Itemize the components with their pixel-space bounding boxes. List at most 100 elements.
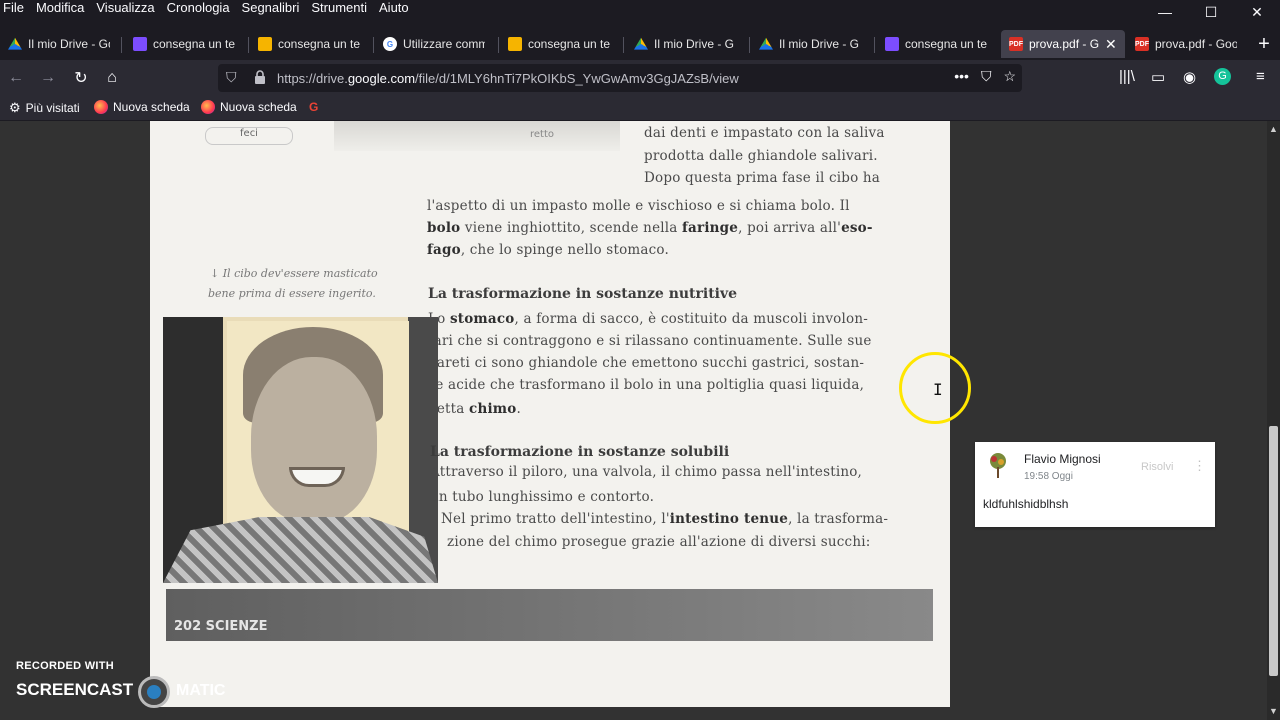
- pocket-icon[interactable]: ⛉: [981, 68, 992, 85]
- bookmark-nuova-scheda-2[interactable]: Nuova scheda: [201, 100, 297, 114]
- google-icon: G: [309, 100, 319, 114]
- maximize-button[interactable]: ☐: [1188, 0, 1234, 24]
- text-line: zione del chimo prosegue grazie all'azio…: [447, 534, 871, 550]
- digestion-diagram-fragment: feci retto: [205, 121, 620, 151]
- tab-label: consegna un te: [905, 37, 987, 51]
- classroom-icon: [133, 37, 147, 51]
- assignment-icon: [258, 37, 272, 51]
- close-tab-icon[interactable]: ✕: [1105, 36, 1117, 53]
- tab-label: Il mio Drive - G: [779, 37, 860, 51]
- page-actions-icon[interactable]: •••: [954, 68, 969, 85]
- close-window-button[interactable]: ✕: [1234, 0, 1280, 24]
- menu-aiuto[interactable]: Aiuto: [379, 0, 409, 15]
- text-line: Nel primo tratto dell'intestino, l'intes…: [441, 511, 889, 527]
- assignment-icon: [508, 37, 522, 51]
- text-line: ze acide che trasformano il bolo in una …: [428, 377, 865, 393]
- menu-strumenti[interactable]: Strumenti: [311, 0, 367, 15]
- page-footer-band: 202 SCIENZE: [166, 589, 933, 641]
- text-line: Dopo questa prima fase il cibo ha: [644, 170, 881, 186]
- comment-card[interactable]: Flavio Mignosi 19:58 Oggi Risolvi ⋮ kldf…: [975, 442, 1215, 527]
- drive-icon: [759, 37, 773, 50]
- classroom-icon: [885, 37, 899, 51]
- scroll-up-arrow-icon[interactable]: ▲: [1267, 124, 1280, 136]
- scrollbar-thumb[interactable]: [1269, 426, 1278, 676]
- watermark-brand-suffix: MATIC: [176, 682, 226, 699]
- tab-label: Il mio Drive - G: [654, 37, 735, 51]
- tab-drive-1[interactable]: Il mio Drive - Go: [0, 30, 122, 58]
- hamburger-menu-icon[interactable]: ≡: [1256, 68, 1265, 85]
- text-line: fago, che lo spinge nello stomaco.: [427, 242, 669, 258]
- tab-label: Il mio Drive - Go: [28, 37, 110, 51]
- section-heading-nutritive: La trasformazione in sostanze nutritive: [428, 286, 738, 302]
- tab-classroom-1[interactable]: consegna un te: [125, 30, 249, 58]
- tab-label: prova.pdf - Goo: [1155, 37, 1237, 51]
- tab-drive-3[interactable]: Il mio Drive - G: [751, 30, 875, 58]
- comment-text: kldfuhlshidblhsh: [983, 497, 1069, 511]
- tab-prova-pdf-active[interactable]: PDF prova.pdf - G ✕: [1001, 30, 1125, 58]
- text-line: detta chimo.: [428, 401, 521, 417]
- watermark-recorded-label: RECORDED WITH: [16, 660, 115, 672]
- diagram-label-feci: feci: [205, 127, 293, 145]
- tab-assignment-2[interactable]: consegna un te: [500, 30, 624, 58]
- url-text: https://drive.google.com/file/d/1MLY6hnT…: [277, 71, 739, 86]
- bookmarks-toolbar: ⚙ Più visitati Nuova scheda Nuova scheda …: [0, 96, 1280, 120]
- text-line: tari che si contraggono e si rilassano c…: [428, 333, 872, 349]
- resolve-button[interactable]: Risolvi: [1141, 461, 1173, 473]
- menu-modifica[interactable]: Modifica: [36, 0, 84, 15]
- diagram-label-retto: retto: [530, 129, 555, 140]
- watermark-brand: SCREENCAST: [16, 680, 134, 699]
- menu-bar: File Modifica Visualizza Cronologia Segn…: [0, 0, 1280, 30]
- back-arrow-icon[interactable]: ←: [4, 66, 28, 90]
- tracking-shield-icon[interactable]: ⛉: [226, 69, 237, 86]
- photo-caption: ↓ Il cibo dev'essere masticato: [210, 267, 378, 280]
- url-bar[interactable]: ⛉ https://drive.google.com/file/d/1MLY6h…: [218, 64, 1022, 92]
- tab-label: prova.pdf - G: [1029, 37, 1099, 51]
- menu-cronologia[interactable]: Cronologia: [167, 0, 230, 15]
- library-icon[interactable]: |||\: [1119, 68, 1135, 85]
- text-line: un tubo lunghissimo e contorto.: [430, 489, 655, 505]
- reload-icon[interactable]: ↻: [69, 66, 93, 90]
- menu-segnalibri[interactable]: Segnalibri: [242, 0, 300, 15]
- vertical-scrollbar[interactable]: ▲ ▼: [1267, 121, 1280, 720]
- account-icon[interactable]: ◉: [1183, 68, 1196, 86]
- screencast-watermark: RECORDED WITH SCREENCAST MATIC: [16, 660, 225, 708]
- tab-classroom-2[interactable]: consegna un te: [877, 30, 1001, 58]
- text-line: prodotta dalle ghiandole salivari.: [644, 148, 878, 164]
- text-line: Attraverso il piloro, una valvola, il ch…: [430, 464, 863, 480]
- forward-arrow-icon[interactable]: →: [36, 66, 60, 90]
- tab-label: consegna un te: [278, 37, 360, 51]
- comment-timestamp: 19:58 Oggi: [1024, 471, 1073, 482]
- bookmark-star-icon[interactable]: ☆: [1003, 68, 1016, 85]
- tab-label: Utilizzare comm: [403, 37, 485, 51]
- screencast-logo-icon: [138, 676, 170, 708]
- bookmark-google[interactable]: G: [309, 100, 318, 114]
- home-icon[interactable]: ⌂: [100, 66, 124, 90]
- grammarly-icon[interactable]: G: [1214, 68, 1231, 85]
- bookmark-piu-visitati[interactable]: ⚙ Più visitati: [9, 100, 80, 116]
- text-line: dai denti e impastato con la saliva: [644, 125, 885, 141]
- menu-file[interactable]: File: [3, 0, 24, 15]
- pdf-icon: PDF: [1135, 37, 1149, 51]
- tab-label: consegna un te: [528, 37, 610, 51]
- text-line: pareti ci sono ghiandole che emettono su…: [428, 355, 865, 371]
- tab-google-help[interactable]: G Utilizzare comm: [375, 30, 499, 58]
- tab-prova-pdf-2[interactable]: PDF prova.pdf - Goo: [1127, 30, 1251, 58]
- lock-icon[interactable]: [254, 70, 266, 85]
- new-tab-button[interactable]: +: [1250, 30, 1278, 58]
- menu-visualizza[interactable]: Visualizza: [96, 0, 154, 15]
- bookmark-nuova-scheda-1[interactable]: Nuova scheda: [94, 100, 190, 114]
- tab-assignment-1[interactable]: consegna un te: [250, 30, 374, 58]
- text-line: bolo viene inghiottito, scende nella far…: [427, 220, 873, 236]
- tab-drive-2[interactable]: Il mio Drive - G: [626, 30, 750, 58]
- section-heading-solubili: La trasformazione in sostanze solubili: [430, 444, 730, 460]
- sidebar-icon[interactable]: ▭: [1151, 68, 1165, 86]
- more-options-icon[interactable]: ⋮: [1193, 458, 1206, 474]
- tab-label: consegna un te: [153, 37, 235, 51]
- gear-icon: ⚙: [9, 100, 21, 115]
- pdf-viewer: feci retto dai denti e impastato con la …: [0, 121, 1280, 720]
- text-line: Lo stomaco, a forma di sacco, è costitui…: [428, 311, 868, 327]
- firefox-icon: [94, 100, 108, 114]
- scroll-down-arrow-icon[interactable]: ▼: [1267, 706, 1280, 718]
- minimize-button[interactable]: —: [1142, 0, 1188, 24]
- firefox-icon: [201, 100, 215, 114]
